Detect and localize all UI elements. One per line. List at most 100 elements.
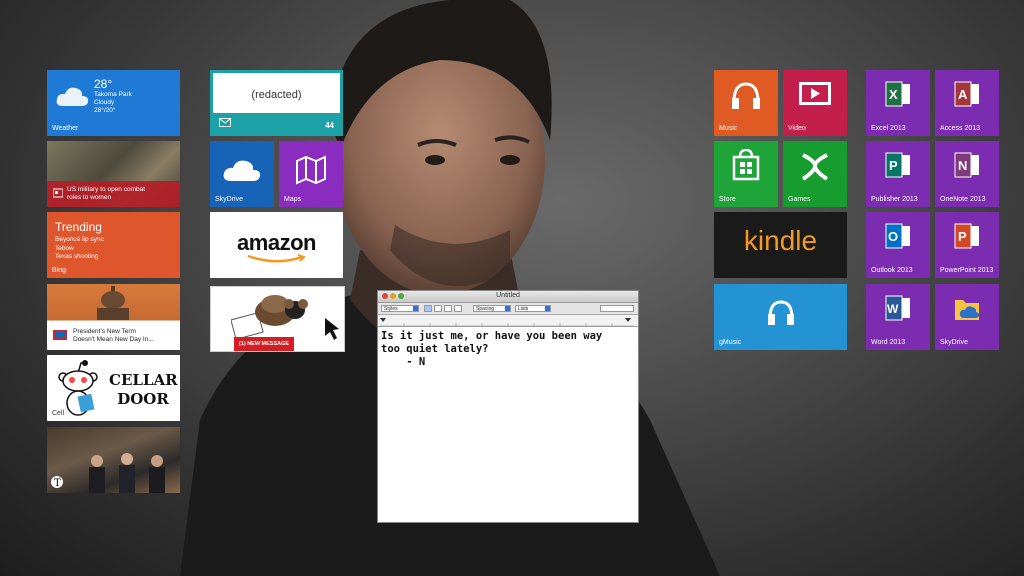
- capitol-dome-image: [97, 286, 129, 320]
- powerpoint-label: PowerPoint 2013: [940, 267, 994, 274]
- capitol-headline-line1: President's New Term: [73, 328, 136, 335]
- excel-label: Excel 2013: [871, 125, 906, 132]
- window-titlebar[interactable]: Untitled: [378, 291, 638, 303]
- document-body[interactable]: Is it just me, or have you been way too q…: [381, 330, 602, 369]
- kindle-wordmark: kindle: [743, 225, 818, 256]
- word-icon: W: [885, 295, 911, 321]
- lists-select[interactable]: Lists: [515, 305, 551, 312]
- kindle-tile[interactable]: kindle: [714, 212, 847, 278]
- word-tile[interactable]: W Word 2013: [866, 284, 930, 350]
- news-headline-line1: US military to open combat: [67, 186, 146, 193]
- weather-details: Takoma Park Cloudy 28°/20°: [94, 91, 132, 115]
- access-icon: A: [954, 81, 980, 107]
- publisher-label: Publisher 2013: [871, 196, 918, 203]
- map-icon: [296, 155, 326, 185]
- games-tile[interactable]: Games: [783, 141, 847, 207]
- mail-tile[interactable]: (redacted) 44: [210, 70, 343, 136]
- document-line: too quiet lately?: [381, 343, 489, 355]
- store-tile[interactable]: Store: [714, 141, 778, 207]
- music-label: Music: [719, 125, 738, 132]
- powerpoint-icon: P: [954, 223, 980, 249]
- document-line: - N: [381, 356, 426, 368]
- news-headline-line2: roles to women: [67, 194, 112, 201]
- onenote-tile[interactable]: N OneNote 2013: [935, 141, 999, 207]
- access-tile[interactable]: A Access 2013: [935, 70, 999, 136]
- cellar-door-line1: CELLAR: [109, 371, 178, 389]
- weather-tile[interactable]: 28° Takoma Park Cloudy 28°/20° Weather: [47, 70, 180, 136]
- video-tile[interactable]: Video: [783, 70, 847, 136]
- news-source-icon: [53, 330, 67, 340]
- cloud-icon: [223, 160, 261, 181]
- mail-bar: 44: [213, 113, 340, 133]
- store-label: Store: [719, 196, 736, 203]
- align-center-button[interactable]: [434, 305, 442, 312]
- svg-text:P: P: [889, 158, 898, 173]
- news-icon: [53, 188, 63, 198]
- nyt-photo-tile[interactable]: T: [47, 427, 180, 493]
- amazon-tile[interactable]: amazon: [210, 212, 343, 278]
- mail-unread-count: 44: [325, 121, 334, 130]
- reddit-tile[interactable]: CELLAR DOOR Cell: [47, 355, 180, 421]
- skydrive-tile[interactable]: SkyDrive: [210, 141, 274, 207]
- gmusic-label: gMusic: [719, 339, 742, 346]
- trending-list: Beyoncé lip sync Tebow Texas shooting: [55, 236, 104, 262]
- tab-stops-control[interactable]: [600, 305, 634, 312]
- access-label: Access 2013: [940, 125, 981, 132]
- trending-heading: Trending: [55, 220, 102, 234]
- trending-item: Texas shooting: [55, 253, 99, 260]
- powerpoint-tile[interactable]: P PowerPoint 2013: [935, 212, 999, 278]
- publisher-tile[interactable]: P Publisher 2013: [866, 141, 930, 207]
- capitol-headline-line2: Doesn't Mean New Day In...: [73, 336, 154, 343]
- outlook-tile[interactable]: O Outlook 2013: [866, 212, 930, 278]
- sheep-message-tile[interactable]: (1) NEW MESSAGE: [210, 286, 345, 352]
- mail-sender: (redacted): [251, 89, 302, 101]
- amazon-wordmark: amazon: [237, 230, 316, 255]
- skydrive-folder-label: SkyDrive: [940, 339, 969, 346]
- weather-condition: Cloudy: [94, 99, 115, 106]
- reddit-label: Cell: [52, 410, 65, 417]
- nyt-logo-icon: T: [51, 476, 63, 489]
- svg-text:P: P: [958, 229, 967, 244]
- format-toolbar: Styles Spacing Lists: [378, 303, 638, 315]
- cloud-icon: [56, 87, 89, 106]
- news-tile[interactable]: US military to open combat roles to wome…: [47, 141, 180, 207]
- textedit-window[interactable]: Untitled Styles Spacing Lists Is it just…: [377, 290, 639, 523]
- weather-label: Weather: [52, 125, 79, 132]
- align-right-button[interactable]: [454, 305, 462, 312]
- maps-tile[interactable]: Maps: [279, 141, 343, 207]
- new-message-button[interactable]: (1) NEW MESSAGE: [234, 337, 294, 351]
- onenote-label: OneNote 2013: [940, 196, 986, 203]
- spacing-select[interactable]: Spacing: [473, 305, 511, 312]
- styles-select[interactable]: Styles: [381, 305, 419, 312]
- trending-item: Tebow: [55, 244, 74, 252]
- ruler[interactable]: [378, 315, 638, 327]
- word-label: Word 2013: [871, 339, 906, 346]
- align-left-button[interactable]: [424, 305, 432, 312]
- bing-trending-tile[interactable]: Trending Beyoncé lip sync Tebow Texas sh…: [47, 212, 180, 278]
- weather-temperature: 28°: [94, 77, 113, 91]
- svg-text:T: T: [54, 478, 61, 489]
- window-title: Untitled: [496, 292, 520, 299]
- align-justify-button[interactable]: [444, 305, 452, 312]
- skydrive-folder-tile[interactable]: SkyDrive: [935, 284, 999, 350]
- capitol-news-tile[interactable]: President's New Term Doesn't Mean New Da…: [47, 284, 180, 350]
- document-line: Is it just me, or have you been way: [381, 330, 603, 342]
- svg-text:O: O: [888, 229, 898, 244]
- svg-text:X: X: [889, 87, 898, 102]
- video-label: Video: [788, 125, 806, 132]
- publisher-icon: P: [885, 152, 911, 178]
- skydrive-label: SkyDrive: [215, 196, 244, 203]
- excel-icon: X: [885, 81, 911, 107]
- headphones-icon: [732, 82, 760, 109]
- cellar-door-line2: DOOR: [117, 390, 169, 408]
- reddit-alien-icon: [58, 360, 98, 416]
- cellar-door-text: CELLAR DOOR: [109, 371, 178, 409]
- maps-label: Maps: [284, 196, 302, 203]
- weather-city: Takoma Park: [94, 91, 132, 98]
- excel-tile[interactable]: X Excel 2013: [866, 70, 930, 136]
- music-tile[interactable]: Music: [714, 70, 778, 136]
- trending-label: Bing: [52, 267, 67, 274]
- gmusic-tile[interactable]: gMusic: [714, 284, 847, 350]
- weather-range: 28°/20°: [94, 107, 116, 114]
- outlook-label: Outlook 2013: [871, 267, 913, 274]
